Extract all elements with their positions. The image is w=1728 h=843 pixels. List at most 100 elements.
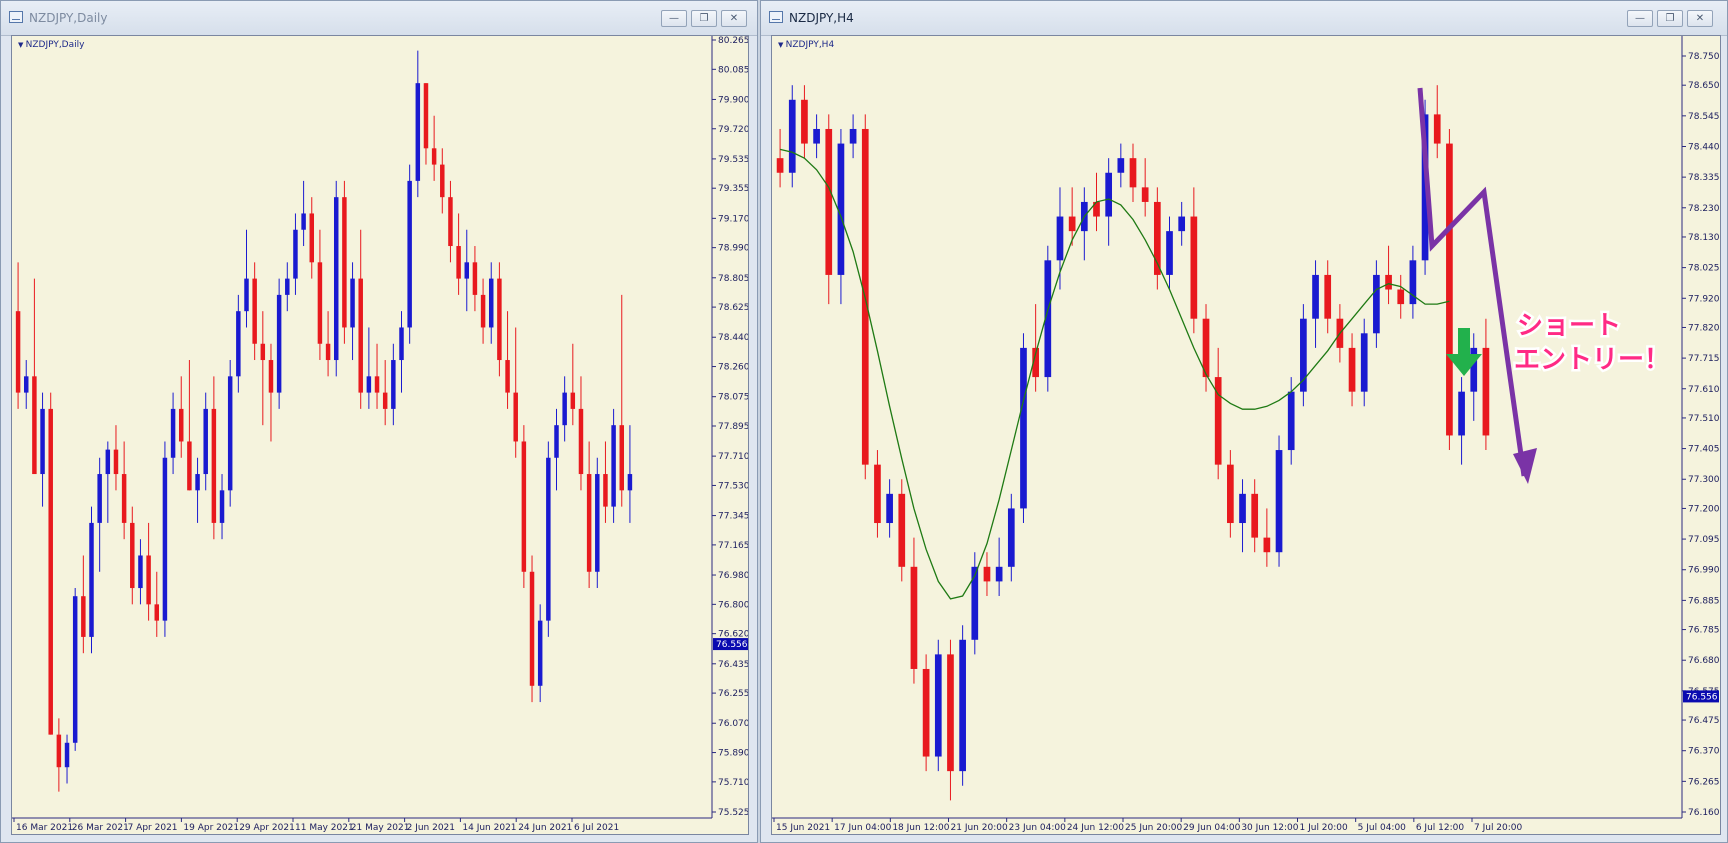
price-tick-label: 78.230 bbox=[1688, 204, 1720, 214]
chart-symbol-label: NZDJPY,H4 bbox=[778, 40, 835, 50]
minimize-button[interactable]: — bbox=[1627, 10, 1653, 27]
candle-body bbox=[23, 376, 29, 393]
candle-body bbox=[48, 408, 53, 735]
title-bar-h4[interactable]: NZDJPY,H4 — ❐ ✕ bbox=[761, 1, 1727, 36]
close-button[interactable]: ✕ bbox=[721, 10, 747, 27]
price-tick-label: 77.095 bbox=[1688, 535, 1720, 545]
candle-body bbox=[1482, 347, 1490, 436]
candle-body bbox=[995, 566, 1003, 582]
candle-body bbox=[130, 522, 135, 589]
candle-body bbox=[983, 566, 991, 582]
time-tick-label: 5 Jul 04:00 bbox=[1358, 823, 1407, 833]
candle-body bbox=[252, 278, 257, 344]
candle-body bbox=[301, 213, 306, 230]
price-tick-label: 76.265 bbox=[1688, 777, 1720, 787]
candle-body bbox=[211, 408, 217, 523]
candle-body bbox=[1056, 216, 1064, 261]
time-tick-label: 7 Jul 20:00 bbox=[1474, 823, 1523, 833]
candle-body bbox=[971, 566, 979, 640]
minimize-button[interactable]: — bbox=[661, 10, 687, 27]
maximize-button[interactable]: ❐ bbox=[691, 10, 717, 27]
candle-body bbox=[276, 294, 282, 393]
price-tick-label: 77.920 bbox=[1688, 294, 1720, 304]
price-tick-label: 75.525 bbox=[718, 808, 749, 818]
candle-body bbox=[236, 311, 241, 377]
candle-body bbox=[399, 327, 404, 361]
time-tick-label: 29 Apr 2021 bbox=[239, 823, 295, 833]
price-tick-label: 76.475 bbox=[1688, 716, 1720, 726]
price-tick-label: 76.070 bbox=[718, 719, 749, 729]
price-tick-label: 78.025 bbox=[1688, 264, 1720, 274]
candle-body bbox=[1458, 391, 1465, 436]
candle-body bbox=[1178, 216, 1186, 232]
candle-body bbox=[586, 474, 592, 572]
chart-canvas-daily[interactable]: 80.265 80.085 79.900 79.720 79.535 79.355 79.1… bbox=[11, 35, 749, 835]
window-title: NZDJPY,H4 bbox=[789, 11, 854, 25]
candle-body bbox=[554, 425, 559, 458]
candle-body bbox=[448, 197, 453, 247]
title-bar-daily[interactable]: NZDJPY,Daily — ❐ ✕ bbox=[1, 1, 757, 36]
price-tick-label: 76.255 bbox=[718, 689, 749, 699]
time-tick-label: 30 Jun 12:00 bbox=[1241, 823, 1298, 833]
price-tick-label: 79.355 bbox=[718, 184, 749, 194]
candle-body bbox=[260, 343, 266, 361]
candle-body bbox=[317, 262, 323, 344]
candle-body bbox=[480, 294, 486, 328]
time-tick-label: 7 Apr 2021 bbox=[128, 823, 178, 833]
candle-body bbox=[170, 408, 176, 458]
trend-arrowhead bbox=[1513, 448, 1537, 484]
price-tick-label: 76.435 bbox=[718, 660, 749, 670]
candle-body bbox=[874, 464, 881, 524]
candle-body bbox=[1385, 274, 1392, 290]
time-tick-label: 19 Apr 2021 bbox=[183, 823, 239, 833]
candle-body bbox=[801, 99, 808, 144]
candle-body bbox=[423, 83, 429, 149]
candle-body bbox=[1397, 289, 1405, 305]
price-tick-label: 78.075 bbox=[718, 393, 749, 403]
price-tick-label: 77.820 bbox=[1688, 323, 1720, 333]
price-tick-label: 77.300 bbox=[1688, 475, 1720, 485]
candle-body bbox=[788, 99, 796, 173]
price-tick-label: 78.440 bbox=[718, 333, 749, 343]
candle-body bbox=[505, 360, 510, 393]
time-tick-label: 21 May 2021 bbox=[351, 823, 410, 833]
close-button[interactable]: ✕ bbox=[1687, 10, 1713, 27]
time-tick-label: 14 Jun 2021 bbox=[462, 823, 516, 833]
candle-body bbox=[619, 425, 625, 491]
chart-svg-h4: 78.750 78.650 78.545 78.440 78.335 78.230 78.1… bbox=[772, 36, 1720, 833]
time-tick-label: 11 May 2021 bbox=[295, 823, 354, 833]
chart-canvas-h4[interactable]: 78.750 78.650 78.545 78.440 78.335 78.230 78.1… bbox=[771, 35, 1721, 835]
price-tick-label: 76.160 bbox=[1688, 808, 1720, 818]
maximize-button[interactable]: ❐ bbox=[1657, 10, 1683, 27]
candle-body bbox=[1007, 508, 1015, 567]
annotation-short-text: ショート bbox=[1517, 311, 1621, 341]
candle-body bbox=[219, 490, 225, 523]
candle-body bbox=[776, 158, 784, 173]
price-tick-label: 78.440 bbox=[1688, 142, 1720, 152]
chart-window-h4[interactable]: NZDJPY,H4 — ❐ ✕ 78.750 78.650 78.545 78.440… bbox=[760, 0, 1728, 843]
price-tick-label: 76.800 bbox=[718, 600, 749, 610]
candle-body bbox=[431, 148, 437, 165]
price-tick-label: 78.625 bbox=[718, 303, 749, 313]
candle-body bbox=[546, 457, 551, 621]
candle-body bbox=[837, 143, 845, 275]
candle-body bbox=[162, 457, 168, 621]
candle-body bbox=[1117, 158, 1125, 173]
candle-body bbox=[570, 392, 576, 409]
chart-window-daily[interactable]: NZDJPY,Daily — ❐ ✕ 80.265 80.085 79.900 79.… bbox=[0, 0, 758, 843]
candle-body bbox=[195, 474, 200, 491]
candle-body bbox=[366, 376, 372, 393]
price-tick-label: 77.200 bbox=[1688, 504, 1720, 514]
price-tick-label: 76.370 bbox=[1688, 747, 1720, 757]
candle-body bbox=[1263, 537, 1271, 553]
candle-body bbox=[898, 493, 906, 567]
candle-body bbox=[293, 229, 298, 279]
candle-body bbox=[113, 449, 119, 475]
annotation-entry-text: エントリー！ bbox=[1514, 345, 1670, 375]
candle-body bbox=[1287, 391, 1295, 451]
price-tick-label: 77.530 bbox=[718, 481, 749, 491]
candle-body bbox=[456, 246, 461, 279]
candle-body bbox=[1275, 450, 1283, 553]
candle-body bbox=[1020, 347, 1027, 509]
candle-body bbox=[407, 180, 412, 328]
